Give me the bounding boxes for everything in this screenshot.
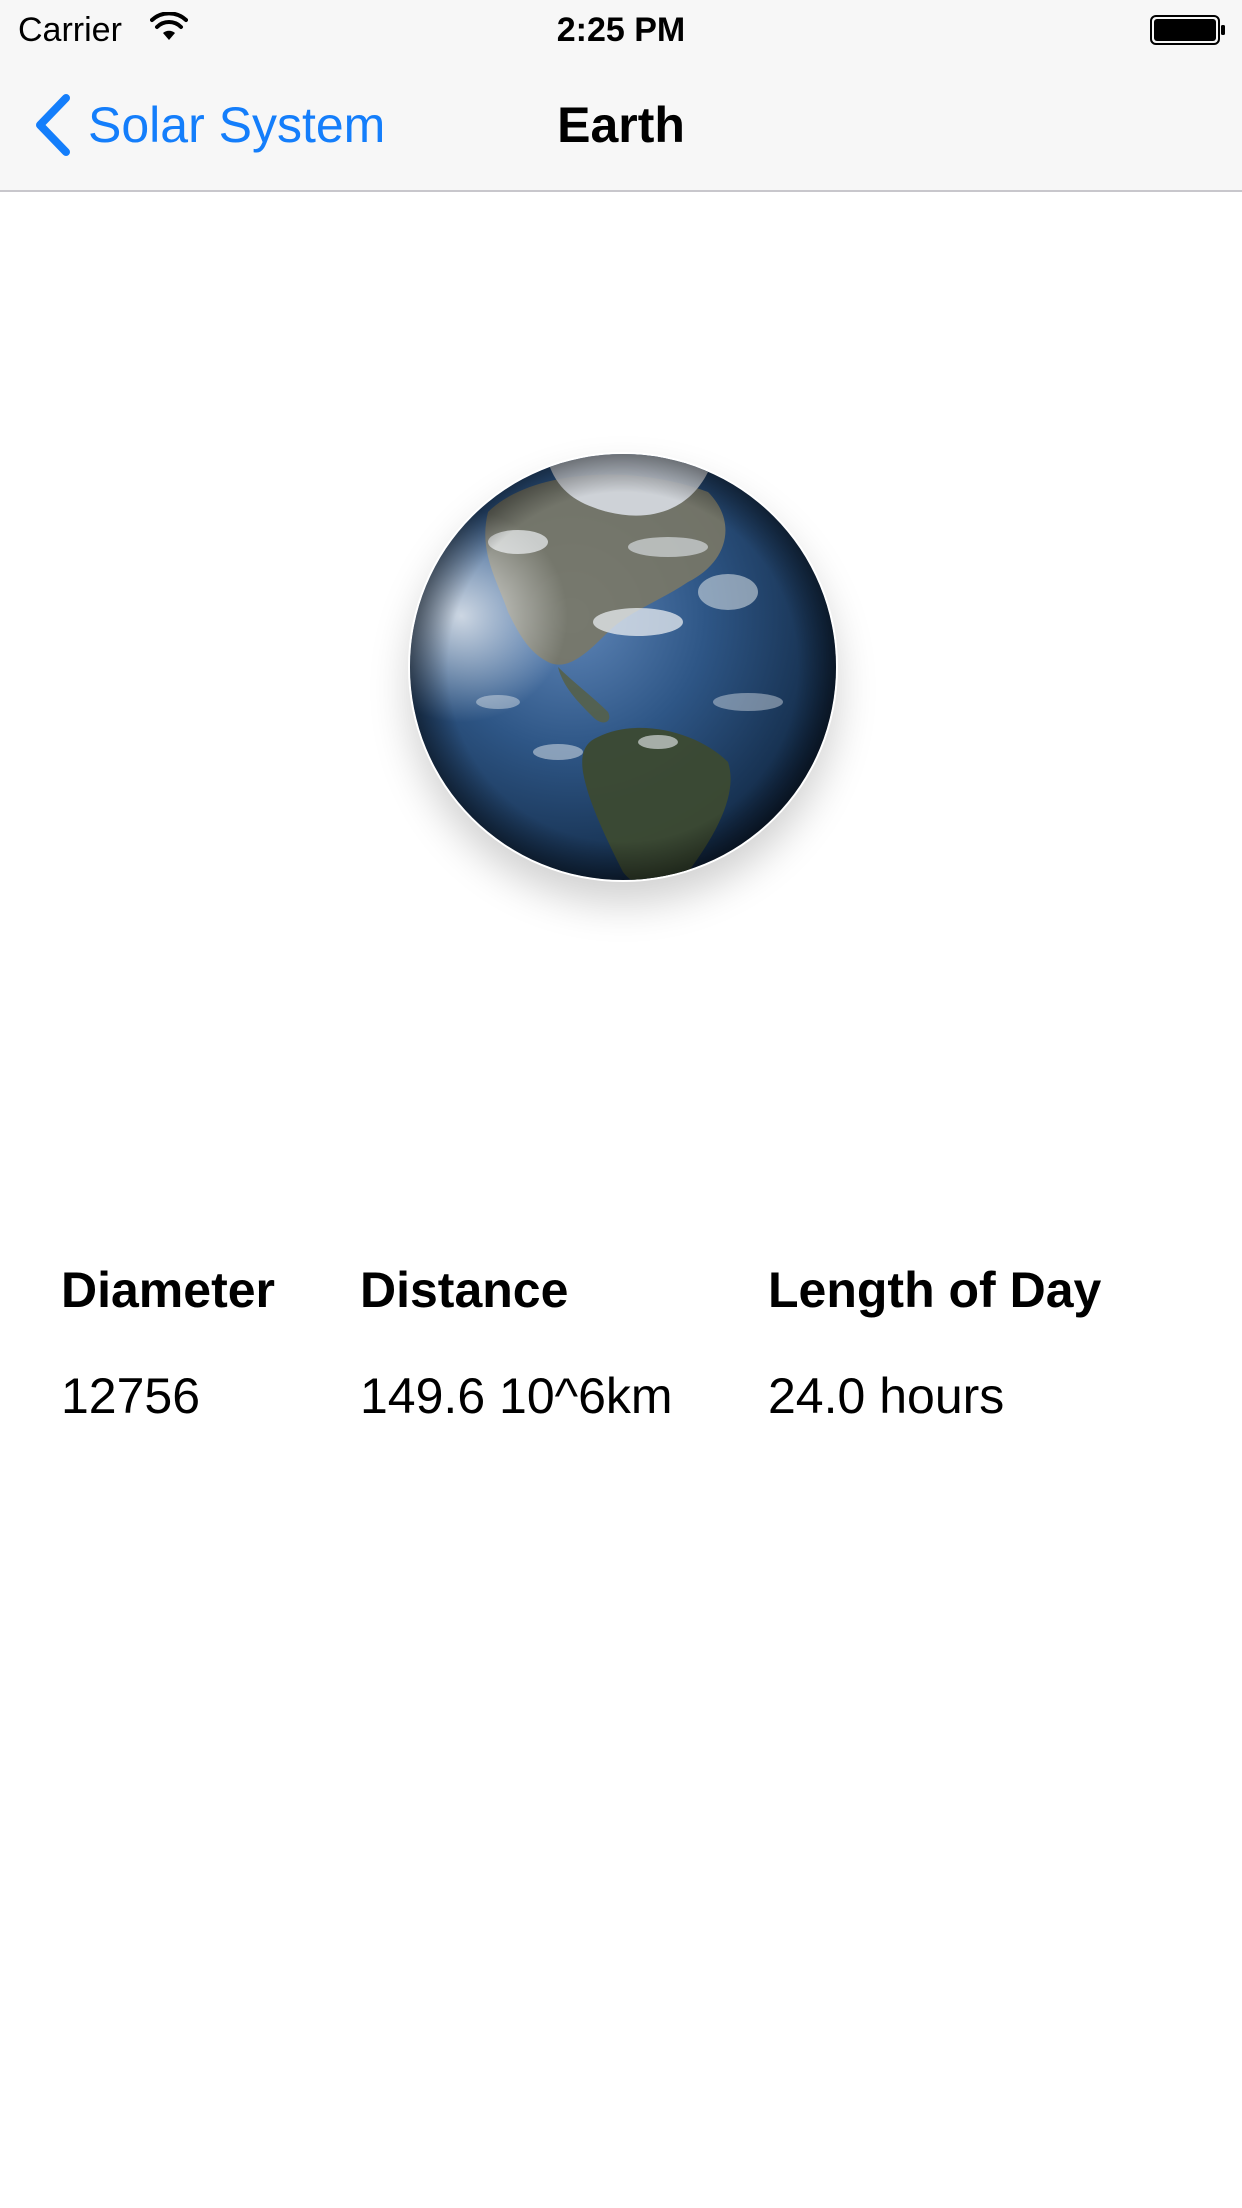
length-of-day-label: Length of Day	[768, 1262, 1102, 1318]
earth-globe-icon	[410, 454, 836, 880]
stat-distance: Distance 149.6 10^6km	[360, 1255, 673, 1431]
length-of-day-value: 24.0 hours	[768, 1368, 1005, 1424]
page-title: Earth	[557, 97, 685, 153]
status-time: 2:25 PM	[556, 11, 686, 49]
stat-diameter: Diameter 12756	[61, 1255, 275, 1431]
navigation-bar: Solar System Earth	[0, 60, 1242, 192]
planet-image	[408, 452, 838, 882]
battery-full-icon	[1150, 15, 1225, 45]
top-bar: Carrier 2:25 PM Solar System Earth	[0, 0, 1242, 192]
planet-detail-screen: Carrier 2:25 PM Solar System Earth Diame…	[0, 0, 1242, 2208]
status-bar: Carrier 2:25 PM	[0, 0, 1242, 60]
stat-length-of-day: Length of Day 24.0 hours	[768, 1255, 1101, 1431]
distance-value: 149.6 10^6km	[360, 1368, 673, 1424]
diameter-value: 12756	[61, 1368, 201, 1424]
diameter-label: Diameter	[61, 1262, 275, 1318]
distance-label: Distance	[360, 1262, 569, 1318]
